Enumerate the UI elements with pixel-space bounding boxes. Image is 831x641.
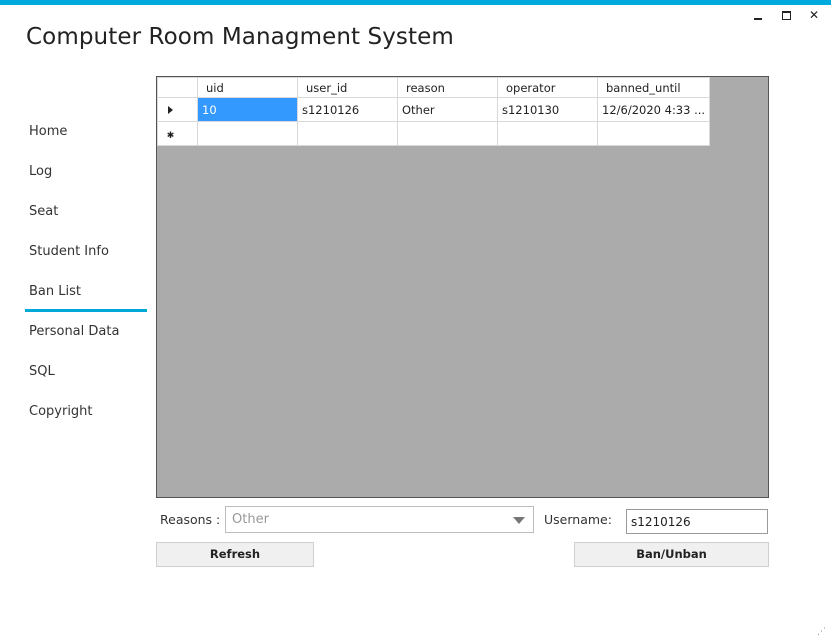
cell-user-id[interactable]: s1210126 (297, 97, 398, 122)
new-cell-uid[interactable] (197, 121, 298, 146)
close-icon: ✕ (808, 8, 820, 22)
nav-item-log[interactable]: Log (25, 152, 147, 192)
minimize-button[interactable] (751, 8, 765, 22)
app-title: Computer Room Managment System (26, 24, 454, 50)
nav-item-sql[interactable]: SQL (25, 352, 147, 392)
maximize-icon (781, 10, 791, 20)
new-row-asterisk-icon: ✱ (166, 130, 175, 141)
reasons-dropdown[interactable]: Other (225, 506, 534, 533)
nav-item-home[interactable]: Home (25, 112, 147, 152)
new-row[interactable]: ✱ (157, 121, 711, 146)
new-cell-banned-until[interactable] (596, 121, 711, 146)
cell-operator[interactable]: s1210130 (497, 97, 598, 122)
column-header-user-id[interactable]: user_id (297, 77, 398, 98)
resize-grip-icon[interactable]: ⋰ (817, 627, 827, 637)
column-header-reason[interactable]: reason (397, 77, 498, 98)
username-label: Username: (544, 512, 612, 527)
nav-item-personal-data[interactable]: Personal Data (25, 312, 147, 352)
window-accent-bar (0, 0, 831, 5)
nav-item-ban-list[interactable]: Ban List (25, 272, 147, 312)
reasons-label: Reasons : (160, 512, 221, 527)
new-cell-operator[interactable] (497, 121, 598, 146)
cell-banned-until[interactable]: 12/6/2020 4:33 ... (596, 97, 711, 122)
username-input[interactable] (626, 509, 768, 534)
nav-item-copyright[interactable]: Copyright (25, 392, 147, 432)
column-header-uid[interactable]: uid (197, 77, 298, 98)
sidebar-nav: Home Log Seat Student Info Ban List Pers… (25, 112, 147, 432)
refresh-button[interactable]: Refresh (156, 542, 314, 567)
cell-reason[interactable]: Other (397, 97, 498, 122)
close-button[interactable]: ✕ (807, 8, 821, 22)
minimize-icon (754, 18, 762, 20)
new-cell-reason[interactable] (397, 121, 498, 146)
nav-item-seat[interactable]: Seat (25, 192, 147, 232)
reasons-selected-value: Other (232, 512, 269, 527)
grid-corner-cell[interactable] (157, 77, 198, 98)
table-row[interactable]: 10 s1210126 Other s1210130 12/6/2020 4:3… (157, 97, 711, 122)
column-header-operator[interactable]: operator (497, 77, 598, 98)
cell-uid[interactable]: 10 (197, 97, 298, 122)
row-header[interactable] (157, 97, 198, 122)
current-row-arrow-icon (168, 105, 173, 114)
column-header-banned-until[interactable]: banned_until (596, 77, 711, 98)
new-row-header[interactable]: ✱ (157, 121, 198, 146)
ban-list-grid[interactable]: uid user_id reason operator banned_until… (156, 76, 769, 498)
grid-header-row: uid user_id reason operator banned_until (157, 77, 711, 98)
maximize-button[interactable] (779, 8, 793, 22)
chevron-down-icon[interactable] (513, 517, 525, 524)
window-controls: ✕ (751, 8, 821, 22)
new-cell-user-id[interactable] (297, 121, 398, 146)
nav-item-student-info[interactable]: Student Info (25, 232, 147, 272)
data-grid-table: uid user_id reason operator banned_until… (157, 77, 711, 146)
ban-unban-button[interactable]: Ban/Unban (574, 542, 769, 567)
